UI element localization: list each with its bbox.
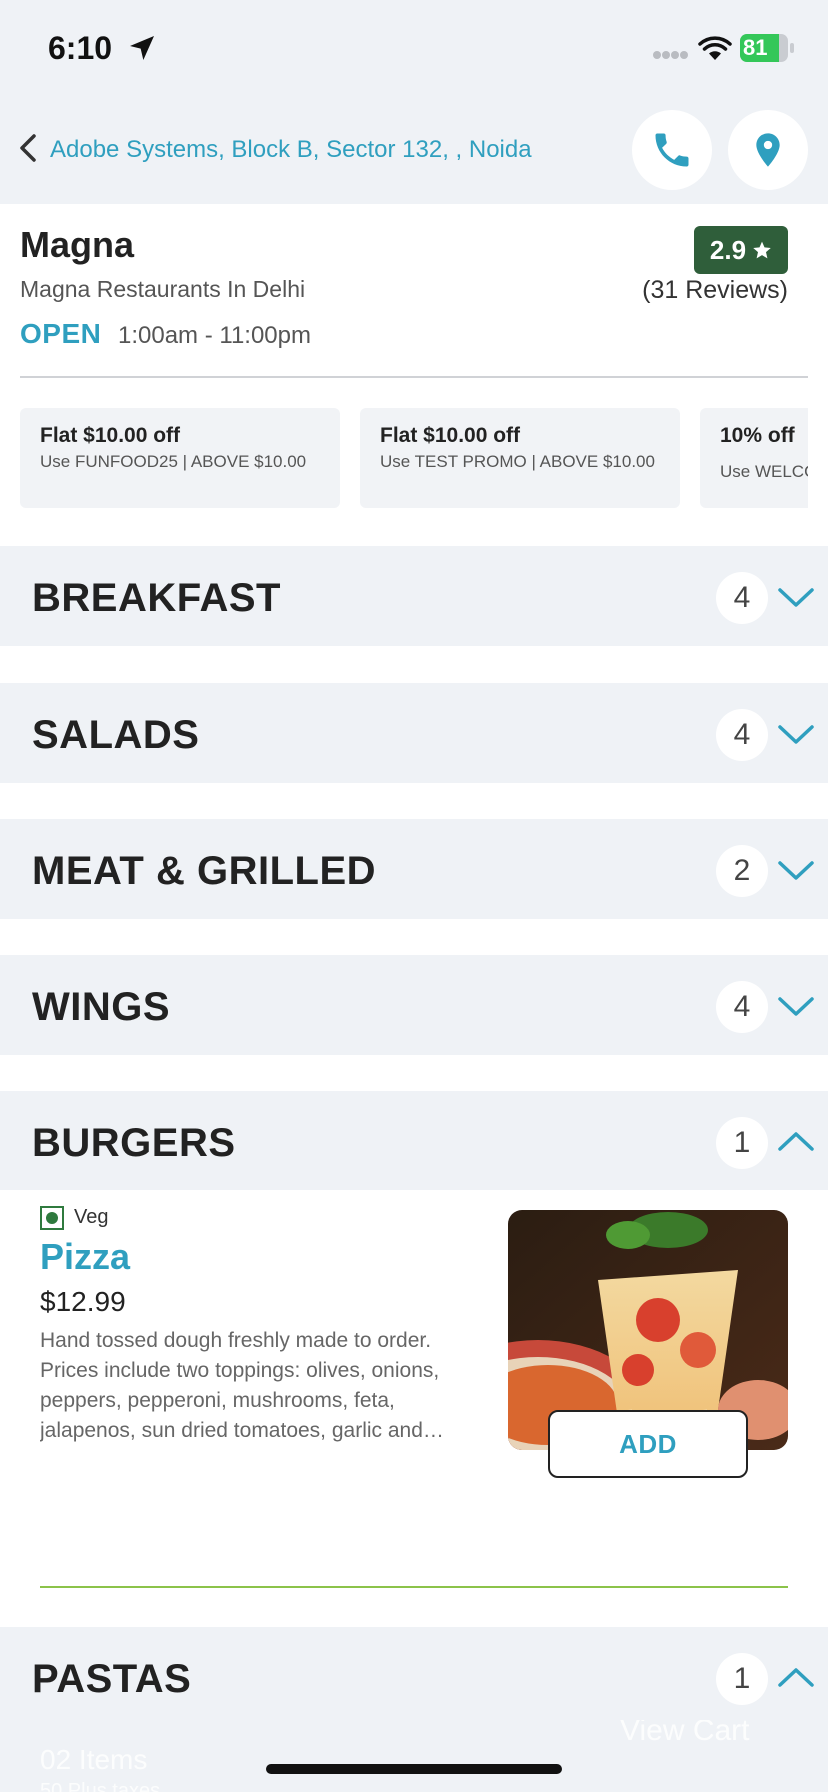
status-bar: 6:10 81 xyxy=(0,0,828,100)
phone-icon xyxy=(655,133,689,167)
back-chevron-icon[interactable] xyxy=(14,128,44,168)
item-divider xyxy=(40,1586,788,1588)
offer-title: Flat $10.00 off xyxy=(40,424,181,447)
veg-label: Veg xyxy=(74,1206,109,1228)
category-count: 1 xyxy=(716,1117,768,1169)
category-count: 4 xyxy=(716,981,768,1033)
map-pin-icon xyxy=(756,133,780,167)
offer-title: 10% off xyxy=(720,424,795,447)
chevron-up-icon[interactable] xyxy=(776,1125,816,1159)
offer-card[interactable]: Flat $10.00 off Use TEST PROMO | ABOVE $… xyxy=(360,408,680,508)
offer-card[interactable]: 10% off Use WELCOME xyxy=(700,408,808,508)
rating-badge[interactable]: 2.9 xyxy=(694,226,788,274)
chevron-down-icon[interactable] xyxy=(776,580,816,614)
call-button[interactable] xyxy=(632,110,712,190)
category-pastas[interactable]: PASTAS 1 xyxy=(0,1627,828,1727)
restaurant-description: Magna Restaurants In Delhi xyxy=(20,276,306,302)
category-count: 4 xyxy=(716,572,768,624)
category-name: BREAKFAST xyxy=(32,576,281,620)
chevron-down-icon[interactable] xyxy=(776,989,816,1023)
open-status: OPEN xyxy=(20,318,102,349)
item-price: $12.99 xyxy=(40,1286,126,1317)
view-cart-button[interactable]: View Cart xyxy=(620,1720,750,1748)
cart-bar[interactable]: 02 Items 50 Plus taxes View Cart xyxy=(0,1720,828,1792)
cart-subtotal: 50 Plus taxes xyxy=(40,1780,161,1792)
chevron-down-icon[interactable] xyxy=(776,717,816,751)
menu-item[interactable]: Veg Pizza $12.99 Hand tossed dough fresh… xyxy=(0,1190,828,1590)
offer-subtitle: Use TEST PROMO | ABOVE $10.00 xyxy=(380,452,655,471)
category-name: PASTAS xyxy=(32,1657,192,1701)
wifi-icon xyxy=(698,36,732,60)
divider xyxy=(20,376,808,378)
battery-level: 81 xyxy=(743,35,768,60)
rating-value: 2.9 xyxy=(709,234,747,265)
status-time: 6:10 xyxy=(48,30,113,66)
category-salads[interactable]: SALADS 4 xyxy=(0,683,828,783)
home-indicator[interactable] xyxy=(266,1764,562,1774)
offer-subtitle: Use FUNFOOD25 | ABOVE $10.00 xyxy=(40,452,307,471)
location-arrow-icon xyxy=(130,36,154,60)
signal-icon xyxy=(653,51,688,59)
opening-hours: 1:00am - 11:00pm xyxy=(118,322,311,349)
item-name[interactable]: Pizza xyxy=(40,1236,130,1278)
offer-title: Flat $10.00 off xyxy=(380,424,521,447)
category-burgers[interactable]: BURGERS 1 xyxy=(0,1091,828,1191)
offer-subtitle: Use WELCOME xyxy=(720,462,808,481)
delivery-address[interactable]: Adobe Systems, Block B, Sector 132, , No… xyxy=(50,136,532,164)
category-breakfast[interactable]: BREAKFAST 4 xyxy=(0,546,828,646)
category-count: 1 xyxy=(716,1653,768,1705)
veg-indicator-icon xyxy=(40,1206,64,1230)
offer-card[interactable]: Flat $10.00 off Use FUNFOOD25 | ABOVE $1… xyxy=(20,408,340,508)
cart-item-count: 02 Items xyxy=(40,1744,148,1775)
category-meat-grilled[interactable]: MEAT & GRILLED 2 xyxy=(0,819,828,919)
restaurant-name: Magna xyxy=(20,224,135,265)
item-description: Hand tossed dough freshly made to order.… xyxy=(40,1329,444,1442)
category-name: MEAT & GRILLED xyxy=(32,849,377,893)
nav-bar: Adobe Systems, Block B, Sector 132, , No… xyxy=(0,100,828,204)
map-button[interactable] xyxy=(728,110,808,190)
star-icon xyxy=(753,241,771,259)
offers-carousel[interactable]: Flat $10.00 off Use FUNFOOD25 | ABOVE $1… xyxy=(20,408,808,508)
chevron-down-icon[interactable] xyxy=(776,853,816,887)
battery-icon: 81 xyxy=(740,34,794,62)
reviews-count[interactable]: (31 Reviews) xyxy=(642,276,788,305)
category-name: BURGERS xyxy=(32,1121,236,1165)
category-wings[interactable]: WINGS 4 xyxy=(0,955,828,1055)
category-name: WINGS xyxy=(32,985,171,1029)
chevron-up-icon[interactable] xyxy=(776,1661,816,1695)
add-button[interactable]: ADD xyxy=(548,1410,748,1478)
category-name: SALADS xyxy=(32,713,200,757)
category-count: 2 xyxy=(716,845,768,897)
category-count: 4 xyxy=(716,709,768,761)
